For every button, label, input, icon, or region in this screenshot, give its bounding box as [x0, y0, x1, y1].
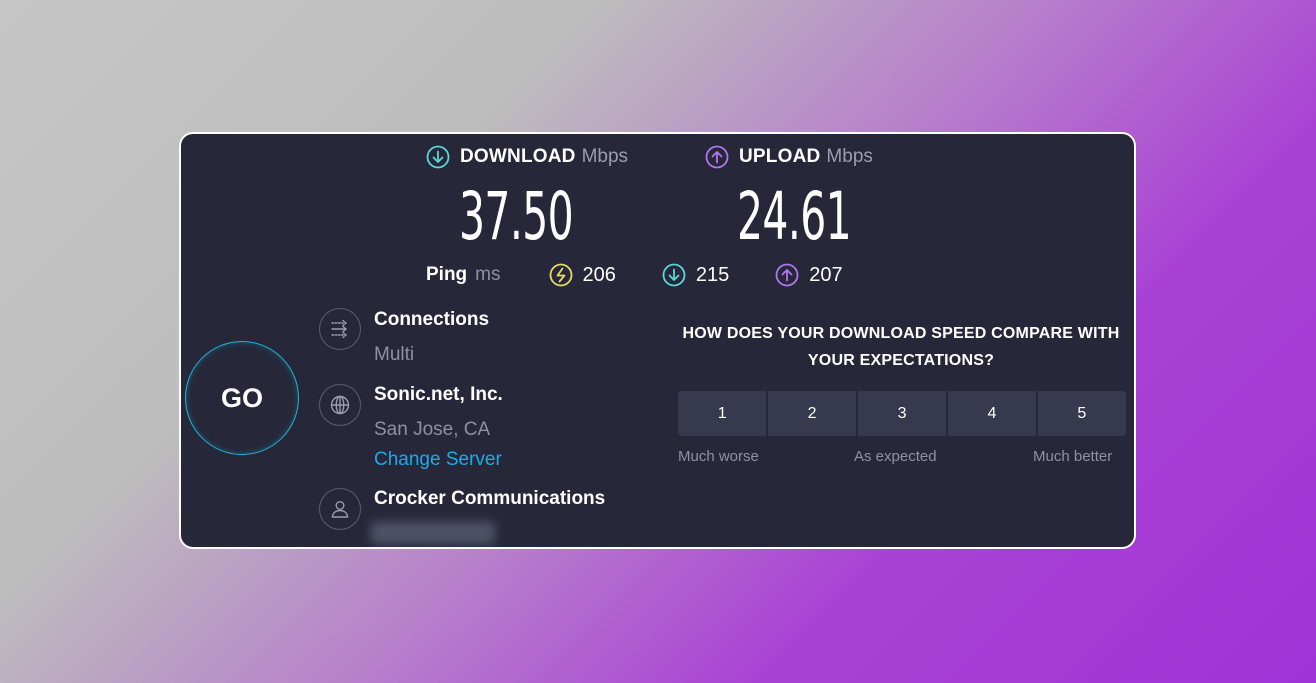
connections-icon [319, 308, 361, 350]
download-arrow-icon [426, 145, 450, 169]
server-name: Sonic.net, Inc. [374, 384, 503, 405]
redacted-ip [371, 522, 495, 544]
connections-value: Multi [374, 344, 415, 365]
speedtest-result-card: DOWNLOAD Mbps 37.50 UPLOAD Mbps 24.61 Pi… [179, 132, 1136, 549]
download-title: DOWNLOAD [460, 146, 576, 167]
rating-option-2[interactable]: 2 [767, 391, 857, 436]
upload-metric: UPLOAD Mbps 24.61 [705, 144, 873, 255]
upload-title: UPLOAD [739, 146, 821, 167]
survey-question: HOW DOES YOUR DOWNLOAD SPEED COMPARE WIT… [682, 325, 1120, 369]
rating-option-3[interactable]: 3 [857, 391, 947, 436]
rating-option-5[interactable]: 5 [1037, 391, 1127, 436]
globe-icon [319, 384, 361, 426]
rating-label-mid: As expected [854, 448, 937, 465]
rating-option-4[interactable]: 4 [947, 391, 1037, 436]
connections-title: Connections [374, 309, 490, 330]
change-server-link[interactable]: Change Server [374, 449, 502, 471]
download-arrow-icon [662, 263, 686, 287]
server-location: San Jose, CA [374, 419, 491, 440]
upload-unit: Mbps [826, 146, 873, 167]
rating-scale: 1 2 3 4 5 [678, 391, 1127, 436]
ping-idle-value: 206 [582, 263, 616, 286]
rating-option-1[interactable]: 1 [678, 391, 767, 436]
ping-download: 215 [662, 263, 729, 287]
go-button[interactable]: GO [185, 341, 299, 455]
upload-arrow-icon [705, 145, 729, 169]
upload-arrow-icon [775, 263, 799, 287]
download-metric: DOWNLOAD Mbps 37.50 [426, 144, 629, 255]
download-value: 37.50 [459, 178, 574, 255]
ping-label: Ping [426, 264, 468, 285]
ping-upload: 207 [775, 263, 843, 287]
ping-idle: 206 [549, 263, 616, 287]
ping-row: Ping ms 206 215 207 [426, 262, 843, 288]
upload-value: 24.61 [737, 178, 852, 255]
ping-upload-value: 207 [809, 263, 843, 286]
ping-idle-icon [549, 263, 573, 287]
rating-label-high: Much better [1033, 448, 1113, 465]
download-unit: Mbps [581, 146, 629, 167]
ping-unit: ms [475, 264, 501, 285]
ping-download-value: 215 [695, 263, 730, 286]
rating-label-low: Much worse [678, 448, 759, 465]
isp-name: Crocker Communications [374, 488, 606, 509]
user-icon [319, 488, 361, 530]
